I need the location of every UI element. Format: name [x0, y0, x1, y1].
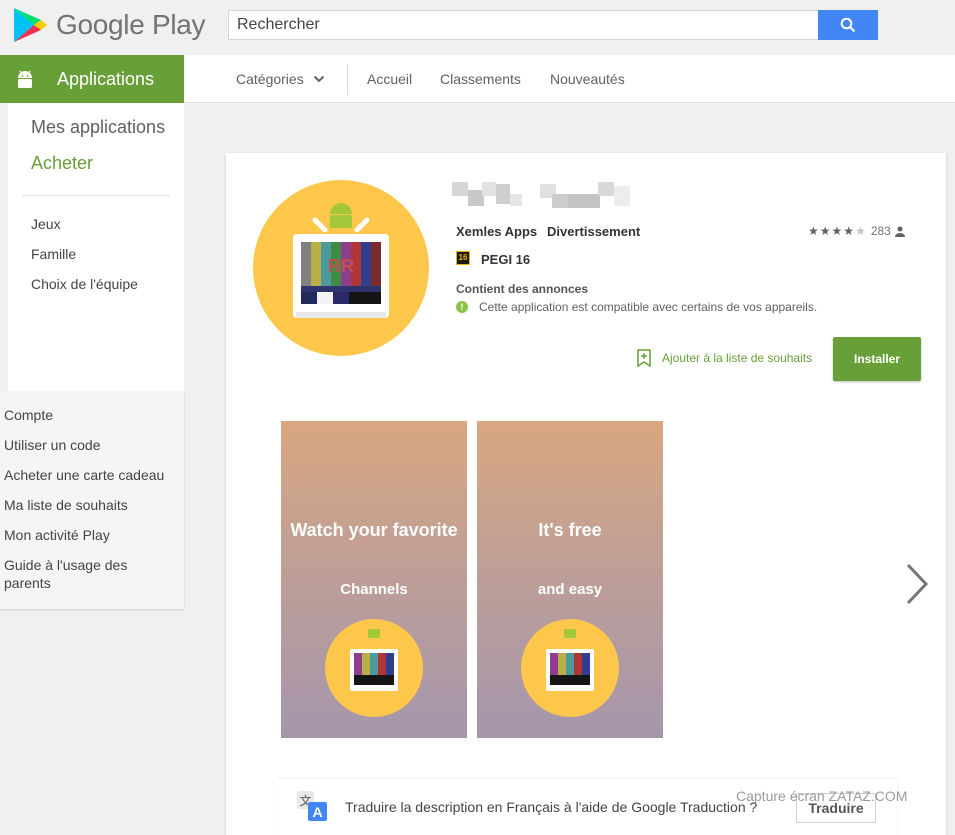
content-rating: PEGI 16: [481, 252, 531, 267]
account-link-redeem[interactable]: Utiliser un code: [4, 436, 174, 454]
compatibility-notice: ! Cette application est compatible avec …: [456, 300, 817, 314]
nav-divider: [347, 64, 348, 95]
rating-summary: ★ ★ ★ ★ ★ 283: [808, 224, 905, 238]
bookmark-add-icon: [637, 349, 651, 367]
applications-tab[interactable]: Applications: [0, 55, 184, 103]
sidebar-item-shop[interactable]: Acheter: [31, 153, 93, 174]
screenshot-caption: Channels: [340, 581, 408, 598]
tv-logo-icon: [325, 619, 423, 717]
search-input[interactable]: [229, 11, 818, 39]
app-title-blurred: [452, 180, 632, 212]
app-details-card: RR Xemles Apps Divertissement ★ ★ ★ ★ ★ …: [226, 153, 946, 835]
account-link-compte[interactable]: Compte: [4, 406, 174, 424]
star-icon: ★: [843, 224, 855, 238]
wishlist-label: Ajouter à la liste de souhaits: [662, 351, 813, 365]
chevron-down-icon: [313, 75, 324, 83]
account-menu: Compte Utiliser un code Acheter une cart…: [0, 391, 184, 609]
google-translate-icon: 文 A: [297, 791, 327, 821]
top-header: Google Play: [0, 0, 955, 55]
compatibility-text: Cette application est compatible avec ce…: [479, 300, 818, 314]
wishlist-button[interactable]: Ajouter à la liste de souhaits: [636, 349, 812, 367]
pegi-icon: 16: [456, 251, 470, 265]
android-icon: [18, 70, 32, 88]
screenshot-2[interactable]: It's free and easy: [477, 421, 663, 738]
svg-text:RR: RR: [328, 256, 354, 276]
star-icon: ★: [831, 224, 843, 238]
install-button[interactable]: Installer: [833, 337, 921, 381]
categories-dropdown[interactable]: Catégories: [236, 55, 325, 103]
svg-text:A: A: [312, 804, 322, 820]
ads-notice: Contient des annonces: [456, 282, 589, 296]
star-empty-icon: ★: [855, 224, 866, 238]
categories-label: Catégories: [236, 71, 304, 87]
applications-label: Applications: [57, 68, 155, 89]
nav-item-nouveautes[interactable]: Nouveautés: [550, 55, 625, 103]
translate-prompt: Traduire la description en Français à l'…: [345, 799, 758, 815]
star-icon: ★: [808, 224, 819, 238]
account-link-activity[interactable]: Mon activité Play: [4, 526, 174, 544]
account-link-gift-card[interactable]: Acheter une carte cadeau: [4, 466, 174, 484]
watermark: Capture écran ZATAZ.COM: [736, 788, 908, 804]
google-play-logo[interactable]: Google Play: [12, 6, 206, 44]
search-button[interactable]: [818, 10, 878, 40]
person-icon: [894, 226, 905, 237]
nav-bar: Applications Catégories Accueil Classeme…: [0, 55, 955, 103]
account-link-wishlist[interactable]: Ma liste de souhaits: [4, 496, 174, 514]
sidebar-item-my-apps[interactable]: Mes applications: [31, 117, 165, 138]
chevron-right-icon[interactable]: [902, 561, 932, 607]
sidebar-divider: [22, 195, 170, 196]
nav-item-accueil[interactable]: Accueil: [367, 55, 412, 103]
screenshot-caption: Watch your favorite: [290, 520, 458, 540]
account-link-parent-guide[interactable]: Guide à l'usage des parents: [4, 556, 174, 592]
rating-count: 283: [870, 224, 891, 238]
sidebar-item-family[interactable]: Famille: [31, 246, 76, 262]
screenshot-caption: It's free: [538, 520, 602, 540]
app-icon: RR: [253, 180, 429, 356]
nav-item-classements[interactable]: Classements: [440, 55, 521, 103]
sidebar-item-games[interactable]: Jeux: [31, 216, 61, 232]
search-box[interactable]: [228, 10, 818, 40]
logo-text: Google Play: [56, 9, 206, 40]
genre-link[interactable]: Divertissement: [547, 224, 640, 239]
info-icon: !: [456, 301, 468, 313]
screenshot-caption: and easy: [537, 581, 603, 598]
tv-logo-icon: [521, 619, 619, 717]
sidebar-item-editors-choice[interactable]: Choix de l'équipe: [31, 276, 138, 292]
screenshot-1[interactable]: Watch your favorite Channels: [281, 421, 467, 738]
developer-link[interactable]: Xemles Apps: [456, 224, 537, 239]
search-icon: [840, 17, 856, 33]
star-icon: ★: [819, 224, 831, 238]
play-logo-icon: [14, 8, 47, 42]
sidebar: Mes applications Acheter Jeux Famille Ch…: [8, 103, 184, 391]
